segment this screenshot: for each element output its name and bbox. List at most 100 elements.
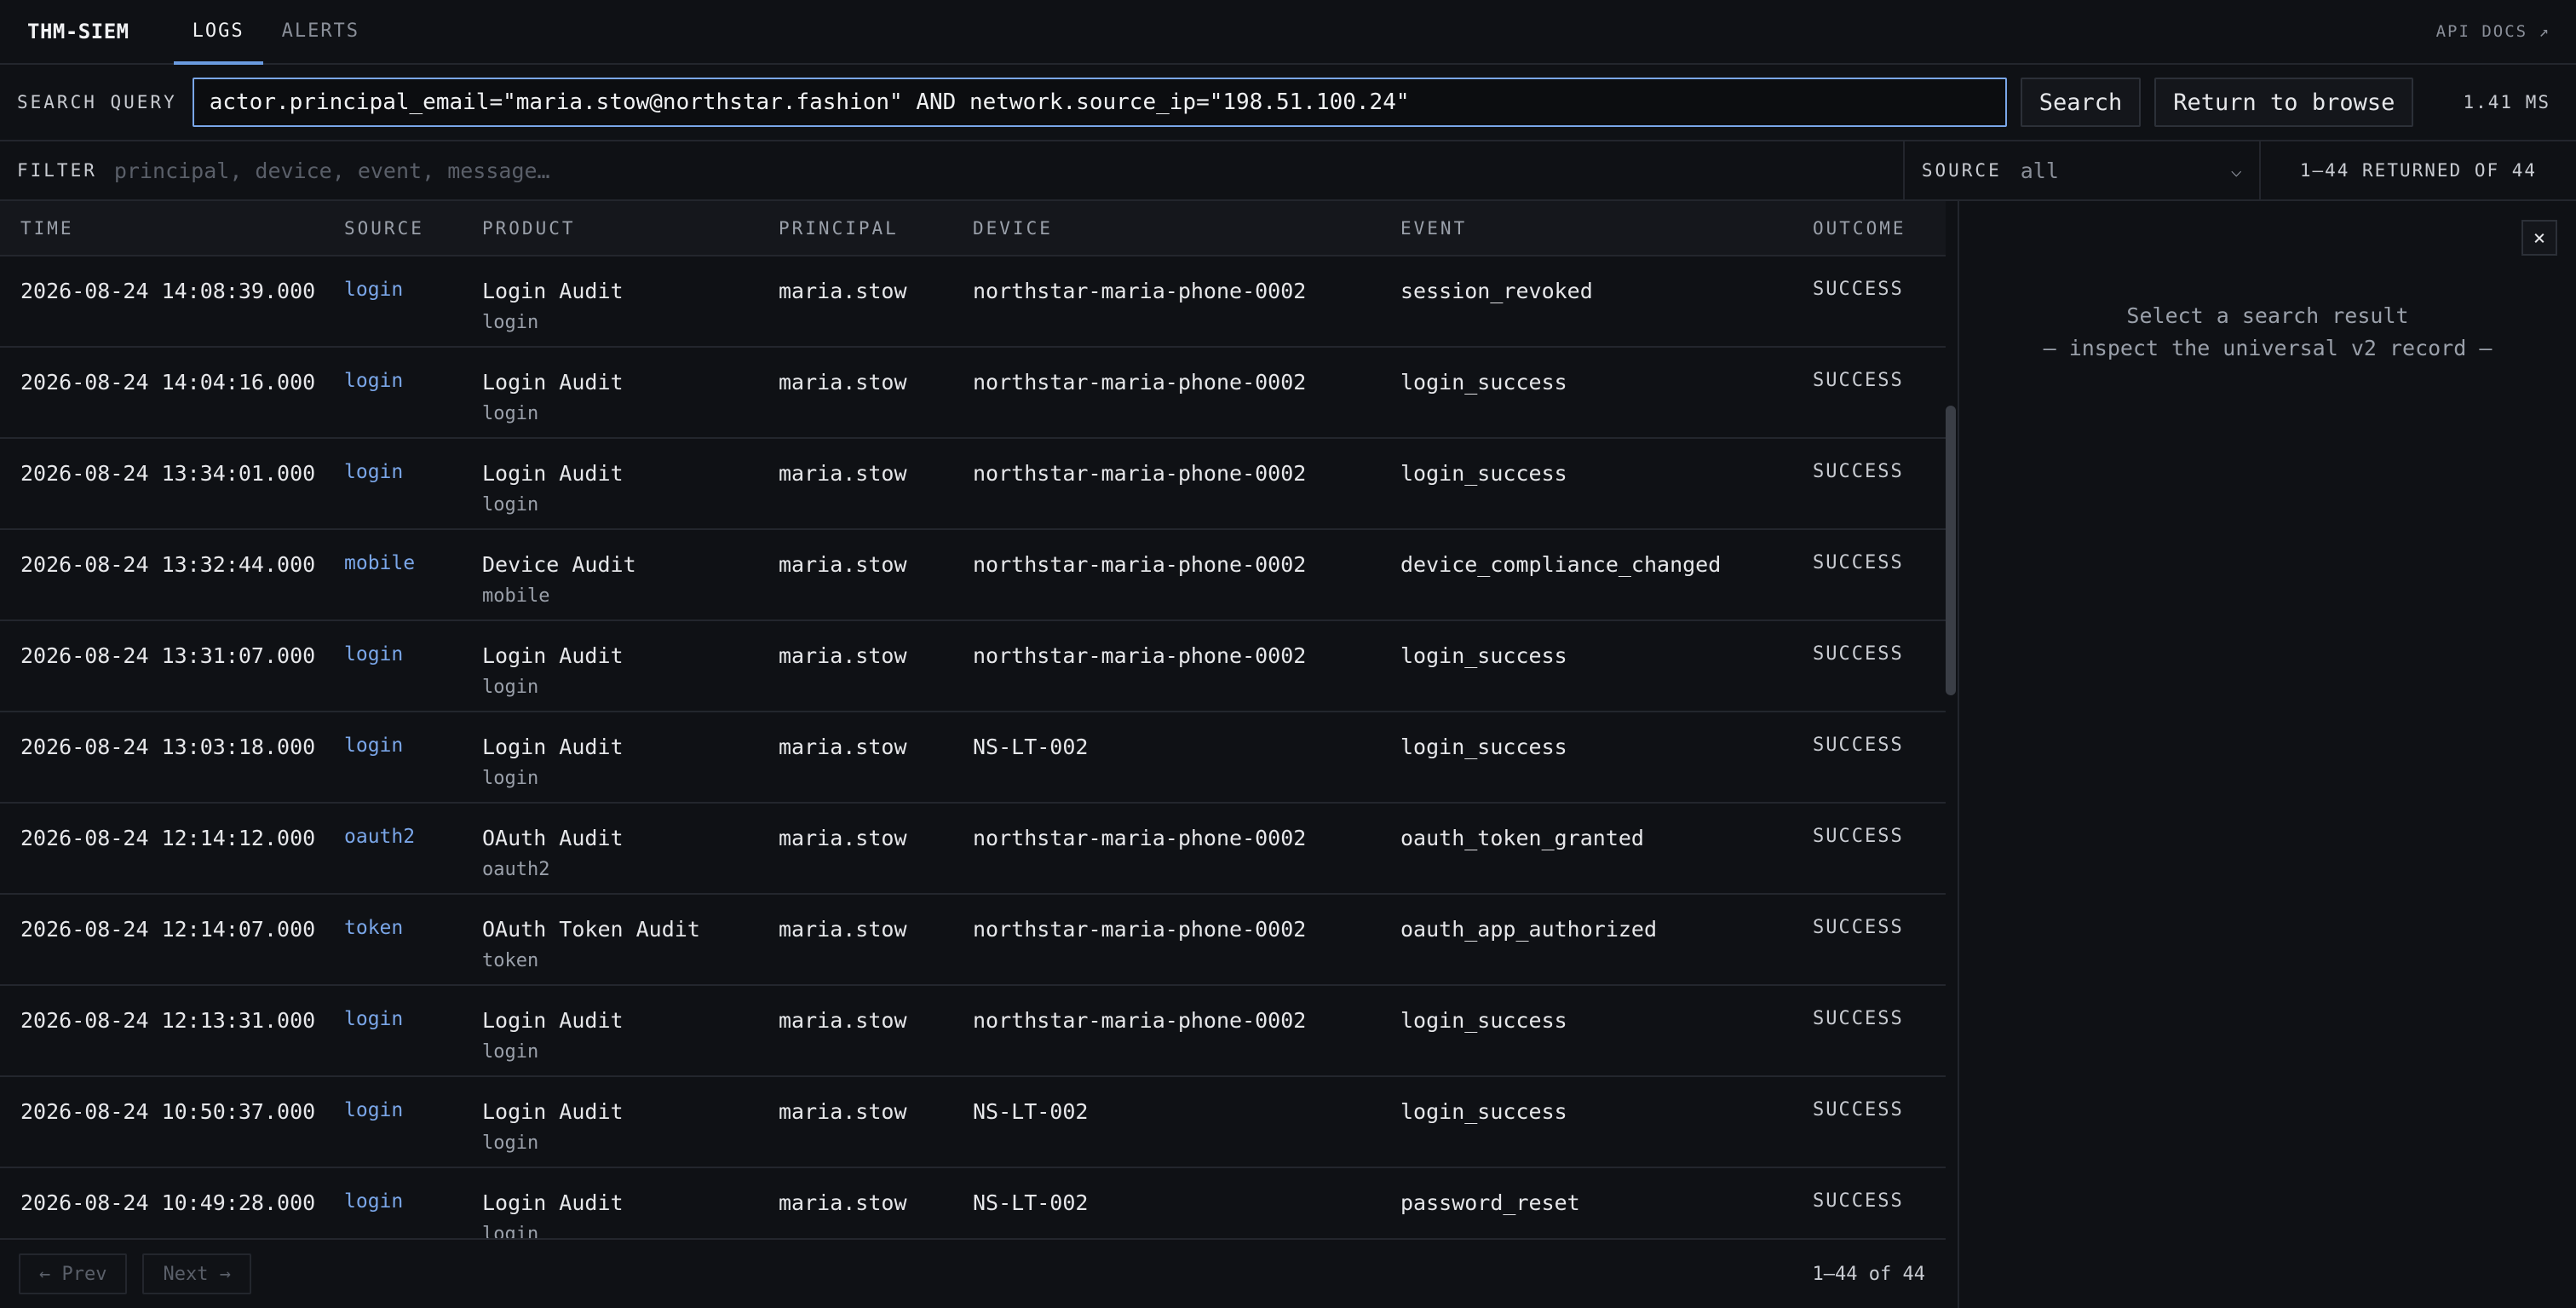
cell-principal: maria.stow bbox=[779, 1099, 907, 1124]
filter-label: FILTER bbox=[17, 160, 97, 181]
chevron-down-icon: ⌵ bbox=[2230, 159, 2242, 182]
table-row[interactable]: 2026-08-24 14:08:39.000 login Login Audit l… bbox=[0, 256, 1946, 347]
product-name: Login Audit bbox=[482, 279, 624, 303]
product-name: Login Audit bbox=[482, 643, 624, 668]
product-sub: login bbox=[482, 403, 539, 424]
cell-source[interactable]: mobile bbox=[324, 529, 462, 620]
source-select[interactable]: SOURCE all ⌵ bbox=[1902, 141, 2259, 200]
cell-outcome: SUCCESS bbox=[1813, 461, 1904, 482]
table-row[interactable]: 2026-08-24 12:14:07.000 token OAuth Token … bbox=[0, 894, 1946, 985]
cell-principal: maria.stow bbox=[779, 279, 907, 303]
prev-page-button[interactable]: ← Prev bbox=[19, 1253, 128, 1294]
results-scroll[interactable]: TIME SOURCE PRODUCT PRINCIPAL DEVICE EVE… bbox=[0, 201, 1958, 1238]
cell-product: Login Audit login bbox=[462, 1076, 758, 1167]
table-row[interactable]: 2026-08-24 10:50:37.000 login Login Audit l… bbox=[0, 1076, 1946, 1167]
product-sub: token bbox=[482, 950, 539, 971]
search-query-input[interactable] bbox=[192, 78, 2007, 127]
cell-event: login_success bbox=[1400, 461, 1567, 486]
product-name: Login Audit bbox=[482, 735, 624, 759]
cell-principal: maria.stow bbox=[779, 370, 907, 395]
cell-time: 2026-08-24 10:50:37.000 bbox=[20, 1099, 316, 1124]
cell-source[interactable]: token bbox=[324, 894, 462, 985]
cell-product: Login Audit login bbox=[462, 712, 758, 803]
header-source[interactable]: SOURCE bbox=[324, 201, 462, 256]
cell-source[interactable]: login bbox=[324, 712, 462, 803]
cell-device: NS-LT-002 bbox=[973, 735, 1089, 759]
table-row[interactable]: 2026-08-24 12:13:31.000 login Login Audit l… bbox=[0, 985, 1946, 1076]
product-sub: mobile bbox=[482, 585, 550, 607]
cell-source[interactable]: login bbox=[324, 347, 462, 438]
cell-device: northstar-maria-phone-0002 bbox=[973, 370, 1307, 395]
search-button[interactable]: Search bbox=[2020, 78, 2142, 127]
cell-source[interactable]: login bbox=[324, 985, 462, 1076]
tab-logs[interactable]: LOGS bbox=[173, 0, 263, 65]
return-to-browse-button[interactable]: Return to browse bbox=[2154, 78, 2414, 127]
tab-alerts[interactable]: ALERTS bbox=[263, 0, 378, 65]
cell-outcome: SUCCESS bbox=[1813, 1190, 1904, 1212]
cell-principal: maria.stow bbox=[779, 826, 907, 850]
header-outcome[interactable]: OUTCOME bbox=[1792, 201, 1946, 256]
cell-device: northstar-maria-phone-0002 bbox=[973, 643, 1307, 668]
cell-outcome: SUCCESS bbox=[1813, 826, 1904, 847]
cell-principal: maria.stow bbox=[779, 1190, 907, 1215]
api-docs-link[interactable]: API DOCS ↗ bbox=[2436, 0, 2576, 63]
returned-count: 1–44 RETURNED OF 44 bbox=[2258, 141, 2576, 200]
product-sub: login bbox=[482, 494, 539, 516]
cell-event: login_success bbox=[1400, 1099, 1567, 1124]
cell-device: northstar-maria-phone-0002 bbox=[973, 917, 1307, 942]
search-bar: SEARCH QUERY Search Return to browse 1.4… bbox=[0, 65, 2576, 141]
table-row[interactable]: 2026-08-24 10:49:28.000 login Login Audit l… bbox=[0, 1167, 1946, 1238]
cell-outcome: SUCCESS bbox=[1813, 643, 1904, 665]
empty-title: Select a search result bbox=[2126, 303, 2409, 328]
cell-event: login_success bbox=[1400, 370, 1567, 395]
filter-input[interactable] bbox=[113, 145, 1903, 196]
cell-device: NS-LT-002 bbox=[973, 1099, 1089, 1124]
header-product[interactable]: PRODUCT bbox=[462, 201, 758, 256]
table-row[interactable]: 2026-08-24 13:32:44.000 mobile Device Audi… bbox=[0, 529, 1946, 620]
cell-outcome: SUCCESS bbox=[1813, 370, 1904, 391]
table-row[interactable]: 2026-08-24 13:31:07.000 login Login Audit l… bbox=[0, 620, 1946, 712]
main-area: TIME SOURCE PRODUCT PRINCIPAL DEVICE EVE… bbox=[0, 201, 2576, 1308]
product-sub: oauth2 bbox=[482, 859, 550, 880]
product-sub: login bbox=[482, 1132, 539, 1154]
cell-device: northstar-maria-phone-0002 bbox=[973, 1008, 1307, 1033]
cell-source[interactable]: login bbox=[324, 620, 462, 712]
cell-source[interactable]: login bbox=[324, 1076, 462, 1167]
table-row[interactable]: 2026-08-24 14:04:16.000 login Login Audit l… bbox=[0, 347, 1946, 438]
brand-logo[interactable]: THM-SIEM bbox=[27, 0, 129, 63]
table-row[interactable]: 2026-08-24 13:03:18.000 login Login Audit l… bbox=[0, 712, 1946, 803]
cell-source[interactable]: login bbox=[324, 256, 462, 347]
header-principal[interactable]: PRINCIPAL bbox=[758, 201, 952, 256]
next-page-button[interactable]: Next → bbox=[142, 1253, 251, 1294]
cell-source[interactable]: oauth2 bbox=[324, 803, 462, 894]
cell-outcome: SUCCESS bbox=[1813, 279, 1904, 300]
cell-principal: maria.stow bbox=[779, 917, 907, 942]
detail-panel: × Select a search result — inspect the u… bbox=[1959, 201, 2576, 1308]
cell-event: password_reset bbox=[1400, 1190, 1580, 1215]
results-scrollbar[interactable] bbox=[1946, 406, 1956, 695]
cell-time: 2026-08-24 12:13:31.000 bbox=[20, 1008, 316, 1033]
cell-principal: maria.stow bbox=[779, 552, 907, 577]
product-name: Login Audit bbox=[482, 1190, 624, 1215]
cell-product: Login Audit login bbox=[462, 438, 758, 529]
cell-time: 2026-08-24 14:08:39.000 bbox=[20, 279, 316, 303]
product-sub: login bbox=[482, 677, 539, 698]
header-time[interactable]: TIME bbox=[0, 201, 324, 256]
header-device[interactable]: DEVICE bbox=[952, 201, 1380, 256]
cell-product: OAuth Audit oauth2 bbox=[462, 803, 758, 894]
source-label: SOURCE bbox=[1921, 160, 2002, 181]
query-timing: 1.41 MS bbox=[2463, 92, 2550, 112]
cell-principal: maria.stow bbox=[779, 1008, 907, 1033]
cell-outcome: SUCCESS bbox=[1813, 917, 1904, 938]
table-row[interactable]: 2026-08-24 13:34:01.000 login Login Audit l… bbox=[0, 438, 1946, 529]
product-sub: login bbox=[482, 1224, 539, 1238]
cell-source[interactable]: login bbox=[324, 1167, 462, 1238]
results-panel: TIME SOURCE PRODUCT PRINCIPAL DEVICE EVE… bbox=[0, 201, 1959, 1308]
cell-time: 2026-08-24 10:49:28.000 bbox=[20, 1190, 316, 1215]
close-icon[interactable]: × bbox=[2521, 220, 2557, 256]
table-row[interactable]: 2026-08-24 12:14:12.000 oauth2 OAuth Audit… bbox=[0, 803, 1946, 894]
cell-source[interactable]: login bbox=[324, 438, 462, 529]
header-event[interactable]: EVENT bbox=[1380, 201, 1792, 256]
cell-principal: maria.stow bbox=[779, 461, 907, 486]
product-sub: login bbox=[482, 768, 539, 789]
